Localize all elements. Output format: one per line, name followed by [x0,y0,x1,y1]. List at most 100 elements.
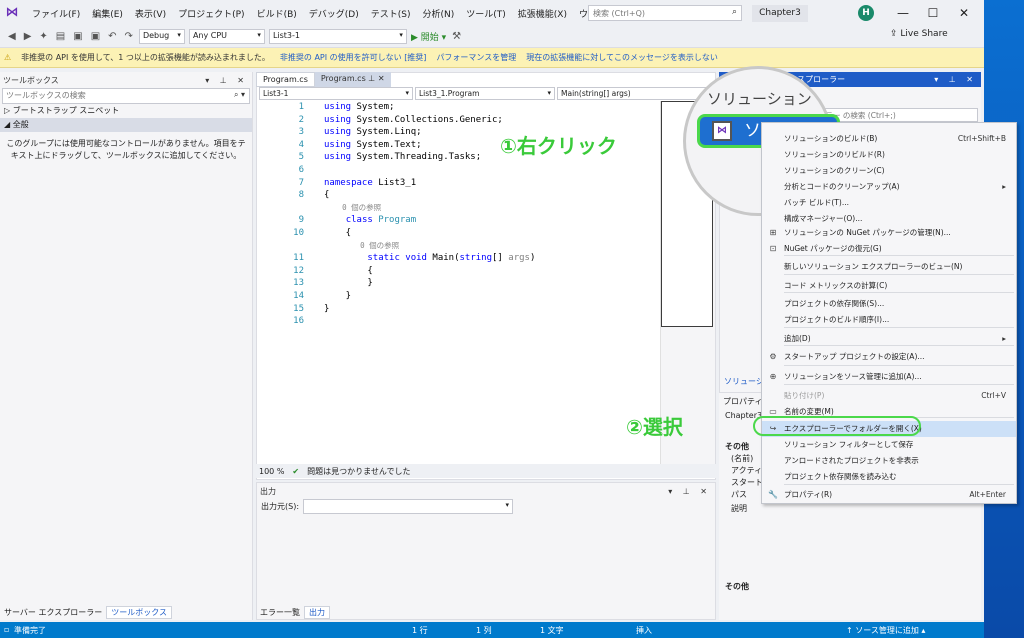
menu-item[interactable]: ファイル(F) [26,7,86,20]
pin-icon[interactable]: ▾ ⊥ ✕ [668,487,711,496]
platform-select[interactable]: Any CPU ▾ [188,29,265,44]
menu-item-label: プロジェクト依存関係を読み込む [784,472,897,481]
toolbox-empty-message: このグループには使用可能なコントロールがありません。項目をテキスト上にドラッグし… [6,139,246,160]
minimize-button[interactable]: — [892,3,914,23]
info-link-performance[interactable]: パフォーマンスを管理 [436,52,516,63]
line-number: 1 [298,102,304,112]
line-number: 16 [293,316,304,327]
new-project-icon[interactable]: ✦ [37,31,49,42]
menu-item-label: ソリューションのビルド(B) [784,134,878,143]
nav-class-select[interactable]: List3_1.Program ▾ [415,87,555,100]
menu-item[interactable]: 編集(E) [86,7,129,20]
zoom-level[interactable]: 100 % [259,467,284,476]
menu-item-label: NuGet パッケージの復元(G) [784,244,882,253]
nav-class: List3_1.Program [419,89,480,98]
context-menu-item[interactable]: ⊞ ソリューションの NuGet パッケージの管理(N)... [762,225,1016,241]
line-number: 15 [293,303,304,314]
tab-program-cs[interactable]: Program.cs ⊥ ✕ [314,72,391,87]
search-placeholder: 検索 (Ctrl+Q) [593,9,646,18]
menu-item-icon: ⊞ [769,228,777,237]
reference-count[interactable]: 0 個の参照 [324,240,535,253]
context-menu-item[interactable]: 🔧 プロパティ(R) Alt+Enter [762,487,1016,503]
menu-item-label: プロパティ(R) [784,490,833,499]
context-menu-item[interactable]: コード メトリックスの計算(C) [762,278,1016,294]
reference-count[interactable]: 0 個の参照 [324,202,535,215]
context-menu-item[interactable]: ⚙ スタートアップ プロジェクトの設定(A)... [762,349,1016,365]
context-menu-item[interactable]: ソリューション フィルターとして保存 [762,437,1016,453]
nav-member-select[interactable]: Main(string[] args)▾ [557,87,713,100]
zoom-callout-title: ソリューション [707,90,812,108]
pin-icon[interactable]: ⊥ [368,74,375,83]
context-menu-item[interactable]: ソリューションのリビルド(R) [762,147,1016,163]
save-icon[interactable]: ▣ [71,31,84,42]
context-menu-item[interactable]: 分析とコードのクリーンアップ(A) ▸ [762,179,1016,195]
menu-item[interactable]: 表示(V) [129,7,172,20]
menu-item-label: スタートアップ プロジェクトの設定(A)... [784,352,925,361]
context-menu-item[interactable]: プロジェクトの依存関係(S)... [762,296,1016,312]
context-menu: ソリューションのビルド(B) Ctrl+Shift+B ソリューションのリビルド(R… [761,122,1017,504]
info-link-disallow[interactable]: 非推奨の API の使用を許可しない [推奨] [280,52,427,63]
context-menu-item[interactable]: 貼り付け(P) Ctrl+V [762,388,1016,404]
context-menu-item[interactable]: ⊡ NuGet パッケージの復元(G) [762,241,1016,257]
save-all-icon[interactable]: ▣ [89,31,102,42]
search-box[interactable]: 検索 (Ctrl+Q) ⌕ [588,5,742,21]
menu-item[interactable]: 分析(N) [416,7,460,20]
menu-item-label: アンロードされたプロジェクトを非表示 [784,456,919,465]
menu-item[interactable]: テスト(S) [365,7,417,20]
output-title: 出力 [260,486,276,496]
tab-error-list[interactable]: エラー一覧 [256,607,304,618]
tab-output[interactable]: 出力 [304,605,330,619]
config-select[interactable]: Debug ▾ [138,29,185,44]
live-share-label: Live Share [900,29,948,39]
tab-toolbox[interactable]: ツールボックス [106,605,172,619]
pin-icon[interactable]: ▾ ⊥ ✕ [934,75,977,84]
live-share-button[interactable]: ⇪ Live Share [890,29,948,39]
redo-icon[interactable]: ↷ [123,31,135,42]
context-menu-item[interactable]: プロジェクト依存関係を読み込む [762,469,1016,485]
context-menu-item[interactable]: バッチ ビルド(T)... [762,195,1016,211]
tab-program-cs-preview[interactable]: Program.cs [256,72,315,87]
menu-item-label: 新しいソリューション エクスプローラーのビュー(N) [784,262,963,271]
line-number-gutter: 1 2 3 4 5 6 7 8 9 10 11 12 13 14 15 16 [256,101,304,328]
info-message: 非推奨の API を使用して、1 つ以上の拡張機能が読み込まれました。 [21,53,270,62]
toolbox-section-general[interactable]: ◢ 全般 [0,118,252,132]
nav-project-select[interactable]: List3-1 ▾ [259,87,413,100]
context-menu-item[interactable]: 追加(D) ▸ [762,331,1016,347]
menu-item[interactable]: デバッグ(D) [303,7,365,20]
config-value: Debug [142,31,170,40]
menu-item[interactable]: 拡張機能(X) [512,7,573,20]
menu-item[interactable]: プロジェクト(P) [172,7,250,20]
forward-icon[interactable]: ▶ [22,31,34,42]
ok-icon: ✔ [292,466,300,476]
menu-item-label: ソリューションの NuGet パッケージの管理(N)... [784,228,951,237]
output-source-select[interactable]: ▾ [303,499,514,514]
maximize-button[interactable]: ☐ [922,3,944,23]
info-bar: ⚠ 非推奨の API を使用して、1 つ以上の拡張機能が読み込まれました。 非推… [0,48,984,68]
close-icon[interactable]: ✕ [378,74,385,83]
toolbox-section-bootstrap[interactable]: ▷ ブートストラップ スニペット [0,104,252,118]
source-control-button[interactable]: ↑ ソース管理に追加 ▴ [846,625,925,636]
line-number [256,240,304,253]
open-icon[interactable]: ▤ [54,31,67,42]
back-icon[interactable]: ◀ [6,31,18,42]
menu-item[interactable]: ビルド(B) [251,7,303,20]
pin-icon[interactable]: ▾ ⊥ ✕ [205,76,248,85]
info-link-hide[interactable]: 現在の拡張機能に対してこのメッセージを表示しない [526,52,718,63]
project-select[interactable]: List3-1 ▾ [268,29,407,44]
avatar[interactable]: H [858,5,874,21]
context-menu-item[interactable]: プロジェクトのビルド順序(I)... [762,312,1016,328]
tab-server-explorer[interactable]: サーバー エクスプローラー [0,607,106,618]
context-menu-item[interactable]: アンロードされたプロジェクトを非表示 [762,453,1016,469]
line-number: 10 [293,227,304,238]
toolbar-tools-icon[interactable]: ⚒ [450,31,463,42]
context-menu-item[interactable]: ソリューションのビルド(B) Ctrl+Shift+B [762,131,1016,147]
context-menu-item[interactable]: ⊕ ソリューションをソース管理に追加(A)... [762,369,1016,385]
menu-item[interactable]: ツール(T) [460,7,512,20]
undo-icon[interactable]: ↶ [106,31,118,42]
toolbox-search[interactable]: ツールボックスの検索 ⌕ ▾ [2,88,250,104]
status-mode: 挿入 [636,626,652,635]
context-menu-item[interactable]: 新しいソリューション エクスプローラーのビュー(N) [762,259,1016,275]
start-button[interactable]: ▶ 開始 ▾ [411,30,446,43]
context-menu-item[interactable]: ソリューションのクリーン(C) [762,163,1016,179]
close-button[interactable]: ✕ [953,3,975,23]
